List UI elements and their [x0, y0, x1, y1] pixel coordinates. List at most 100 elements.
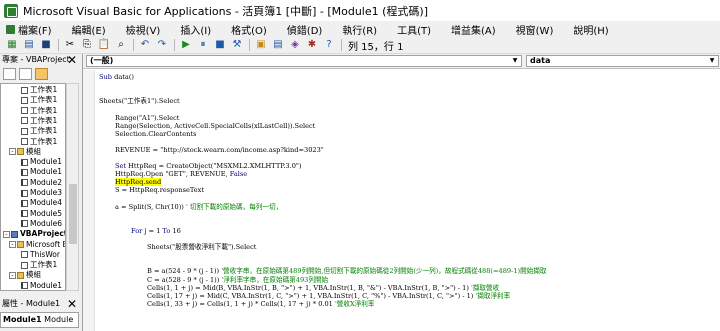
- close-icon[interactable]: ✕: [66, 54, 78, 66]
- menu-item[interactable]: 編輯(E): [56, 21, 110, 37]
- tree-item[interactable]: - Microsoft E: [9, 240, 65, 250]
- code-line[interactable]: Selection.ClearContents: [115, 130, 196, 138]
- break-icon[interactable]: ⏸: [195, 38, 211, 52]
- paste-icon[interactable]: 📋: [96, 38, 112, 52]
- run-icon[interactable]: ▶: [178, 38, 194, 52]
- tree-item[interactable]: 工作表1: [21, 260, 57, 270]
- menu-item[interactable]: 說明(H): [557, 21, 612, 37]
- project-tree: 工作表1 工作表1 工作表1 工作表1 工作表1 工作表1- 模組 Module1 Module…: [0, 83, 66, 291]
- code-line[interactable]: Sheets("股票營收淨利下載").Select: [147, 243, 256, 251]
- properties-window-icon[interactable]: ▤: [270, 38, 286, 52]
- view-object-icon[interactable]: [19, 68, 32, 80]
- tree-expander-icon[interactable]: -: [9, 148, 16, 156]
- module-icon: [21, 179, 28, 187]
- code-line[interactable]: C = a(528 - 9 * (j - 1)) '淨利率字串，在原始碼第493…: [147, 276, 328, 284]
- tree-item[interactable]: 工作表1: [21, 137, 57, 147]
- tree-item-label: Module4: [30, 198, 63, 208]
- menu-item-icon: [504, 25, 513, 34]
- tree-item[interactable]: ThisWor: [21, 250, 60, 260]
- tree-item[interactable]: Module6: [21, 219, 62, 229]
- code-line[interactable]: REVENUE = "http://stock.wearn.com/income…: [115, 146, 324, 154]
- tree-item[interactable]: Module4: [21, 198, 62, 208]
- code-line[interactable]: Range(Selection, ActiveCell.SpecialCells…: [115, 122, 315, 130]
- tree-item[interactable]: - 模組: [9, 270, 41, 280]
- procedure-combo[interactable]: data ▼: [526, 55, 719, 67]
- chevron-down-icon[interactable]: ▼: [707, 56, 717, 66]
- tree-item[interactable]: 工作表1: [21, 126, 57, 136]
- code-line[interactable]: Sub data(): [99, 73, 134, 81]
- tree-item[interactable]: Module5: [21, 209, 62, 219]
- insert-module-icon[interactable]: ▤: [21, 38, 37, 52]
- toolbox-icon[interactable]: ✱: [304, 38, 320, 52]
- tree-item[interactable]: - 模組: [9, 147, 41, 157]
- menu-item[interactable]: 檔案(F): [2, 21, 56, 37]
- code-margin[interactable]: [83, 70, 95, 331]
- object-browser-icon[interactable]: ◈: [287, 38, 303, 52]
- toggle-folders-icon[interactable]: [35, 68, 48, 80]
- tree-expander-icon[interactable]: -: [3, 230, 10, 238]
- code-line[interactable]: For j = 1 To 16: [131, 227, 181, 235]
- code-text: Cells(1, 33 + j) = Cells(1, 1 + j) * Cel…: [147, 299, 335, 308]
- tree-item[interactable]: 工作表1: [21, 95, 57, 105]
- module-icon: [21, 168, 28, 176]
- code-line[interactable]: Range("A1").Select: [115, 114, 179, 122]
- code-line[interactable]: Set HttpReq = CreateObject("MSXML2.XMLHT…: [115, 162, 302, 170]
- close-icon[interactable]: ✕: [66, 297, 78, 311]
- code-line[interactable]: Sheets("工作表1").Select: [99, 97, 180, 105]
- help-icon[interactable]: ?: [321, 38, 337, 52]
- view-code-icon[interactable]: [3, 68, 16, 80]
- tree-item-label: 工作表1: [30, 260, 58, 270]
- project-explorer-icon[interactable]: ▣: [253, 38, 269, 52]
- menu-item[interactable]: 增益集(A): [435, 21, 500, 37]
- tree-item[interactable]: 工作表1: [21, 116, 57, 126]
- tree-item[interactable]: Module3: [21, 188, 62, 198]
- object-type: Module: [44, 315, 74, 324]
- menu-item[interactable]: 視窗(W): [500, 21, 558, 37]
- code-line[interactable]: Cells(1, 33 + j) = Cells(1, 1 + j) * Cel…: [147, 300, 374, 308]
- tree-expander-icon[interactable]: -: [9, 241, 16, 248]
- code-text: Cells(1, 17 + j) = Mid(C, VBA.InStr(1, C…: [147, 291, 476, 300]
- project-tree-scrollbar[interactable]: [66, 83, 79, 291]
- menu-item-icon: [114, 25, 123, 34]
- tree-item[interactable]: 工作表1: [21, 106, 57, 116]
- scrollbar-thumb[interactable]: [69, 184, 77, 244]
- menu-item[interactable]: 格式(O): [215, 21, 271, 37]
- tree-item[interactable]: 工作表1: [21, 85, 57, 95]
- reset-icon[interactable]: ■: [212, 38, 228, 52]
- tree-item[interactable]: Module1: [21, 281, 62, 290]
- code-line[interactable]: S = HttpReq.responseText: [115, 186, 204, 194]
- find-icon[interactable]: ⌕: [113, 38, 129, 52]
- tree-item[interactable]: Module1: [21, 167, 62, 177]
- code-line[interactable]: Cells(1, 17 + j) = Mid(C, VBA.InStr(1, C…: [147, 292, 510, 300]
- tree-item[interactable]: Module1: [21, 157, 62, 167]
- menu-item[interactable]: 執行(R): [326, 21, 381, 37]
- module-icon: [21, 199, 28, 207]
- code-line[interactable]: HttpReq.Open "GET", REVENUE, False: [115, 170, 247, 178]
- tree-expander-icon[interactable]: -: [9, 271, 16, 279]
- design-mode-icon[interactable]: ⚒: [229, 38, 245, 52]
- toolbar-separator: [133, 39, 134, 51]
- copy-icon[interactable]: ⎘: [79, 38, 95, 52]
- code-line[interactable]: a = Split(S, Chr(10)) ' 切割下載的原始碼，每列一切，: [115, 203, 282, 211]
- menu-item[interactable]: 工具(T): [381, 21, 435, 37]
- menu-item[interactable]: 插入(I): [164, 21, 215, 37]
- redo-icon[interactable]: ↷: [154, 38, 170, 52]
- properties-object-combo[interactable]: Module1 Module: [0, 312, 79, 328]
- code-editor[interactable]: Sub data() Sheets("工作表1").Select Range("A1…: [83, 70, 720, 331]
- doc-icon: [21, 117, 28, 125]
- cut-icon[interactable]: ✂: [62, 38, 78, 52]
- view-excel-icon[interactable]: ▦: [4, 38, 20, 52]
- code-line[interactable]: Cells(1, 1 + j) = Mid(B, VBA.InStr(1, B,…: [147, 284, 499, 292]
- project-icon: [11, 230, 18, 238]
- menu-item[interactable]: 偵錯(D): [271, 21, 327, 37]
- undo-icon[interactable]: ↶: [137, 38, 153, 52]
- chevron-down-icon[interactable]: ▼: [510, 56, 520, 66]
- object-combo[interactable]: (一般) ▼: [86, 55, 522, 67]
- save-icon[interactable]: ■: [38, 38, 54, 52]
- code-line[interactable]: B = a(524 - 9 * (j - 1)) '營收字串，在原始碼第489列…: [147, 267, 547, 275]
- code-line[interactable]: HttpReq.send: [115, 178, 162, 187]
- tree-item[interactable]: - VBAProject (: [3, 229, 65, 239]
- menu-item[interactable]: 檢視(V): [110, 21, 165, 37]
- tree-item[interactable]: Module2: [21, 178, 62, 188]
- tree-item-label: Module2: [30, 177, 63, 187]
